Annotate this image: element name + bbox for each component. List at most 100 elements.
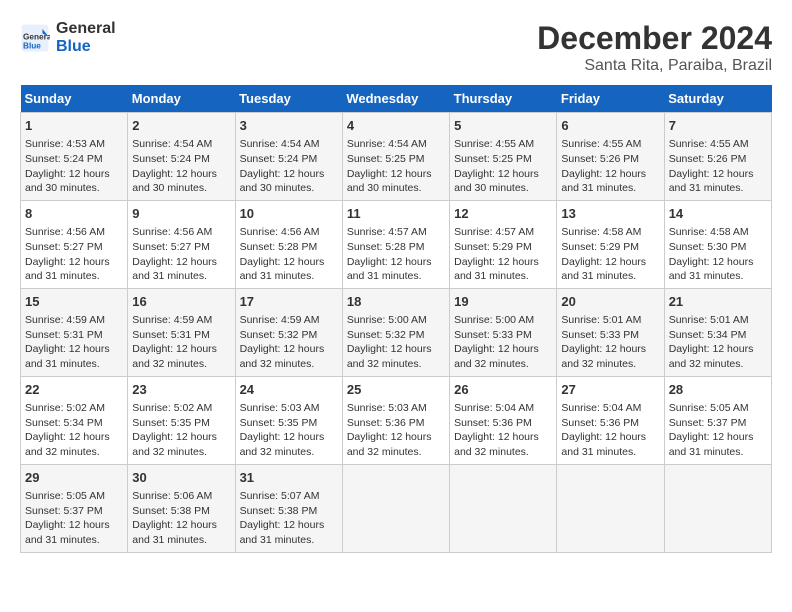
day-info: Sunrise: 5:05 AMSunset: 5:37 PMDaylight:… [669,401,767,460]
day-number: 30 [132,469,230,487]
day-number: 11 [347,205,445,223]
calendar-cell: 27 Sunrise: 5:04 AMSunset: 5:36 PMDayligh… [557,376,664,464]
day-number: 8 [25,205,123,223]
day-info: Sunrise: 4:59 AMSunset: 5:32 PMDaylight:… [240,313,338,372]
calendar-cell [557,464,664,552]
calendar-cell: 9 Sunrise: 4:56 AMSunset: 5:27 PMDaylight… [128,200,235,288]
day-number: 10 [240,205,338,223]
column-header-wednesday: Wednesday [342,85,449,113]
calendar-cell: 4 Sunrise: 4:54 AMSunset: 5:25 PMDaylight… [342,113,449,201]
calendar-cell: 16 Sunrise: 4:59 AMSunset: 5:31 PMDayligh… [128,288,235,376]
week-row-4: 22 Sunrise: 5:02 AMSunset: 5:34 PMDayligh… [21,376,772,464]
day-number: 29 [25,469,123,487]
day-info: Sunrise: 4:56 AMSunset: 5:27 PMDaylight:… [25,225,123,284]
logo-line2: Blue [56,38,116,56]
day-number: 13 [561,205,659,223]
logo: General Blue General Blue [20,20,116,56]
column-header-thursday: Thursday [450,85,557,113]
logo-icon: General Blue [20,23,50,53]
day-info: Sunrise: 5:02 AMSunset: 5:35 PMDaylight:… [132,401,230,460]
calendar-cell [450,464,557,552]
day-number: 31 [240,469,338,487]
logo-line1: General [56,20,116,38]
calendar-cell: 5 Sunrise: 4:55 AMSunset: 5:25 PMDaylight… [450,113,557,201]
calendar-cell: 18Sunrise: 5:00 AMSunset: 5:32 PMDayligh… [342,288,449,376]
day-number: 17 [240,293,338,311]
day-info: Sunrise: 4:55 AMSunset: 5:26 PMDaylight:… [561,137,659,196]
calendar-cell [664,464,771,552]
day-number: 3 [240,117,338,135]
column-header-tuesday: Tuesday [235,85,342,113]
calendar-cell: 8 Sunrise: 4:56 AMSunset: 5:27 PMDaylight… [21,200,128,288]
calendar-cell: 15Sunrise: 4:59 AMSunset: 5:31 PMDayligh… [21,288,128,376]
calendar-cell: 28Sunrise: 5:05 AMSunset: 5:37 PMDayligh… [664,376,771,464]
header: General Blue General Blue December 2024 … [20,20,772,75]
day-info: Sunrise: 5:03 AMSunset: 5:35 PMDaylight:… [240,401,338,460]
day-number: 25 [347,381,445,399]
title-area: December 2024 Santa Rita, Paraiba, Brazi… [537,20,772,75]
day-info: Sunrise: 4:56 AMSunset: 5:28 PMDaylight:… [240,225,338,284]
day-info: Sunrise: 5:01 AMSunset: 5:33 PMDaylight:… [561,313,659,372]
calendar-cell: 30 Sunrise: 5:06 AMSunset: 5:38 PMDayligh… [128,464,235,552]
day-number: 1 [25,117,123,135]
day-number: 26 [454,381,552,399]
calendar-cell: 29 Sunrise: 5:05 AMSunset: 5:37 PMDayligh… [21,464,128,552]
day-number: 24 [240,381,338,399]
calendar-cell: 26Sunrise: 5:04 AMSunset: 5:36 PMDayligh… [450,376,557,464]
day-info: Sunrise: 5:06 AMSunset: 5:38 PMDaylight:… [132,489,230,548]
day-number: 15 [25,293,123,311]
day-number: 23 [132,381,230,399]
calendar-cell: 3Sunrise: 4:54 AMSunset: 5:24 PMDaylight… [235,113,342,201]
column-header-friday: Friday [557,85,664,113]
day-info: Sunrise: 4:54 AMSunset: 5:25 PMDaylight:… [347,137,445,196]
calendar-cell: 31 Sunrise: 5:07 AMSunset: 5:38 PMDayligh… [235,464,342,552]
calendar-title: December 2024 [537,20,772,57]
day-number: 22 [25,381,123,399]
calendar-cell: 14 Sunrise: 4:58 AMSunset: 5:30 PMDayligh… [664,200,771,288]
day-number: 5 [454,117,552,135]
calendar-cell: 11 Sunrise: 4:57 AMSunset: 5:28 PMDayligh… [342,200,449,288]
day-info: Sunrise: 4:55 AMSunset: 5:25 PMDaylight:… [454,137,552,196]
day-info: Sunrise: 4:59 AMSunset: 5:31 PMDaylight:… [132,313,230,372]
day-info: Sunrise: 5:02 AMSunset: 5:34 PMDaylight:… [25,401,123,460]
day-info: Sunrise: 4:58 AMSunset: 5:29 PMDaylight:… [561,225,659,284]
day-info: Sunrise: 4:53 AMSunset: 5:24 PMDaylight:… [25,137,123,196]
calendar-body: 1 Sunrise: 4:53 AMSunset: 5:24 PMDaylight… [21,113,772,553]
day-info: Sunrise: 5:01 AMSunset: 5:34 PMDaylight:… [669,313,767,372]
day-number: 12 [454,205,552,223]
day-number: 27 [561,381,659,399]
day-number: 21 [669,293,767,311]
column-header-monday: Monday [128,85,235,113]
week-row-1: 1 Sunrise: 4:53 AMSunset: 5:24 PMDaylight… [21,113,772,201]
day-info: Sunrise: 4:56 AMSunset: 5:27 PMDaylight:… [132,225,230,284]
calendar-cell: 17 Sunrise: 4:59 AMSunset: 5:32 PMDayligh… [235,288,342,376]
day-info: Sunrise: 4:54 AMSunset: 5:24 PMDaylight:… [132,137,230,196]
day-info: Sunrise: 5:05 AMSunset: 5:37 PMDaylight:… [25,489,123,548]
day-number: 4 [347,117,445,135]
day-number: 2 [132,117,230,135]
day-info: Sunrise: 4:57 AMSunset: 5:28 PMDaylight:… [347,225,445,284]
calendar-cell: 24 Sunrise: 5:03 AMSunset: 5:35 PMDayligh… [235,376,342,464]
day-number: 18 [347,293,445,311]
calendar-cell [342,464,449,552]
day-number: 20 [561,293,659,311]
calendar-cell: 6Sunrise: 4:55 AMSunset: 5:26 PMDaylight… [557,113,664,201]
day-number: 16 [132,293,230,311]
week-row-5: 29 Sunrise: 5:05 AMSunset: 5:37 PMDayligh… [21,464,772,552]
day-number: 9 [132,205,230,223]
calendar-cell: 20 Sunrise: 5:01 AMSunset: 5:33 PMDayligh… [557,288,664,376]
day-info: Sunrise: 5:07 AMSunset: 5:38 PMDaylight:… [240,489,338,548]
day-number: 7 [669,117,767,135]
calendar-cell: 10 Sunrise: 4:56 AMSunset: 5:28 PMDayligh… [235,200,342,288]
week-row-2: 8 Sunrise: 4:56 AMSunset: 5:27 PMDaylight… [21,200,772,288]
calendar-cell: 22 Sunrise: 5:02 AMSunset: 5:34 PMDayligh… [21,376,128,464]
calendar-cell: 21 Sunrise: 5:01 AMSunset: 5:34 PMDayligh… [664,288,771,376]
day-number: 14 [669,205,767,223]
calendar-cell: 25Sunrise: 5:03 AMSunset: 5:36 PMDayligh… [342,376,449,464]
day-number: 19 [454,293,552,311]
calendar-cell: 7Sunrise: 4:55 AMSunset: 5:26 PMDaylight… [664,113,771,201]
day-info: Sunrise: 5:04 AMSunset: 5:36 PMDaylight:… [561,401,659,460]
calendar-cell: 13 Sunrise: 4:58 AMSunset: 5:29 PMDayligh… [557,200,664,288]
day-info: Sunrise: 4:58 AMSunset: 5:30 PMDaylight:… [669,225,767,284]
column-header-sunday: Sunday [21,85,128,113]
